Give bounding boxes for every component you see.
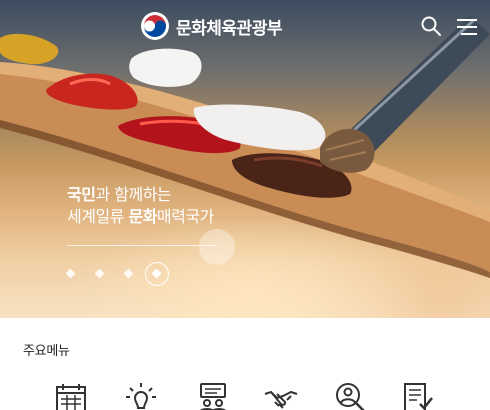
lightbulb-icon[interactable] (123, 382, 159, 410)
slogan-text-2b: 매력국가 (156, 207, 214, 226)
slogan-bold-2: 문화 (128, 207, 157, 226)
slogan-bold-1: 국민 (67, 185, 96, 204)
slide-dot-1[interactable] (65, 268, 76, 279)
main-menu-icons (0, 382, 490, 410)
hero-banner: 문화체육관광부 국민과 함께하는 세계일류 문화매력국가 (0, 0, 490, 318)
calendar-icon[interactable] (53, 382, 89, 410)
hamburger-menu-icon[interactable] (456, 17, 478, 37)
main-menu-section: 주요메뉴 (0, 318, 490, 410)
slide-dot-2[interactable] (94, 268, 105, 279)
slide-dot-4-active[interactable] (145, 262, 169, 286)
slide-pagination (60, 262, 190, 286)
slide-progress-bar (67, 245, 217, 246)
discussion-icon[interactable] (195, 382, 231, 410)
search-icon[interactable] (420, 15, 442, 37)
person-search-icon[interactable] (332, 382, 368, 410)
site-header: 문화체육관광부 (0, 0, 490, 50)
slogan-text-2a: 세계일류 (67, 207, 129, 226)
slogan-text-1: 과 함께하는 (95, 185, 172, 204)
slide-progress-knob[interactable] (199, 229, 235, 265)
taegeuk-emblem-icon (141, 12, 169, 40)
site-logo[interactable]: 문화체육관광부 (140, 11, 282, 41)
slide-dot-3[interactable] (123, 268, 134, 279)
slogan-line-1: 국민과 함께하는 (67, 184, 214, 206)
slogan-line-2: 세계일류 문화매력국가 (67, 206, 214, 228)
slide-dot-4 (151, 268, 162, 279)
handshake-icon[interactable] (263, 382, 299, 410)
document-check-icon[interactable] (400, 382, 436, 410)
logo-text: 문화체육관광부 (176, 18, 282, 39)
main-menu-title: 주요메뉴 (23, 344, 70, 359)
hero-slogan: 국민과 함께하는 세계일류 문화매력국가 (67, 184, 214, 228)
